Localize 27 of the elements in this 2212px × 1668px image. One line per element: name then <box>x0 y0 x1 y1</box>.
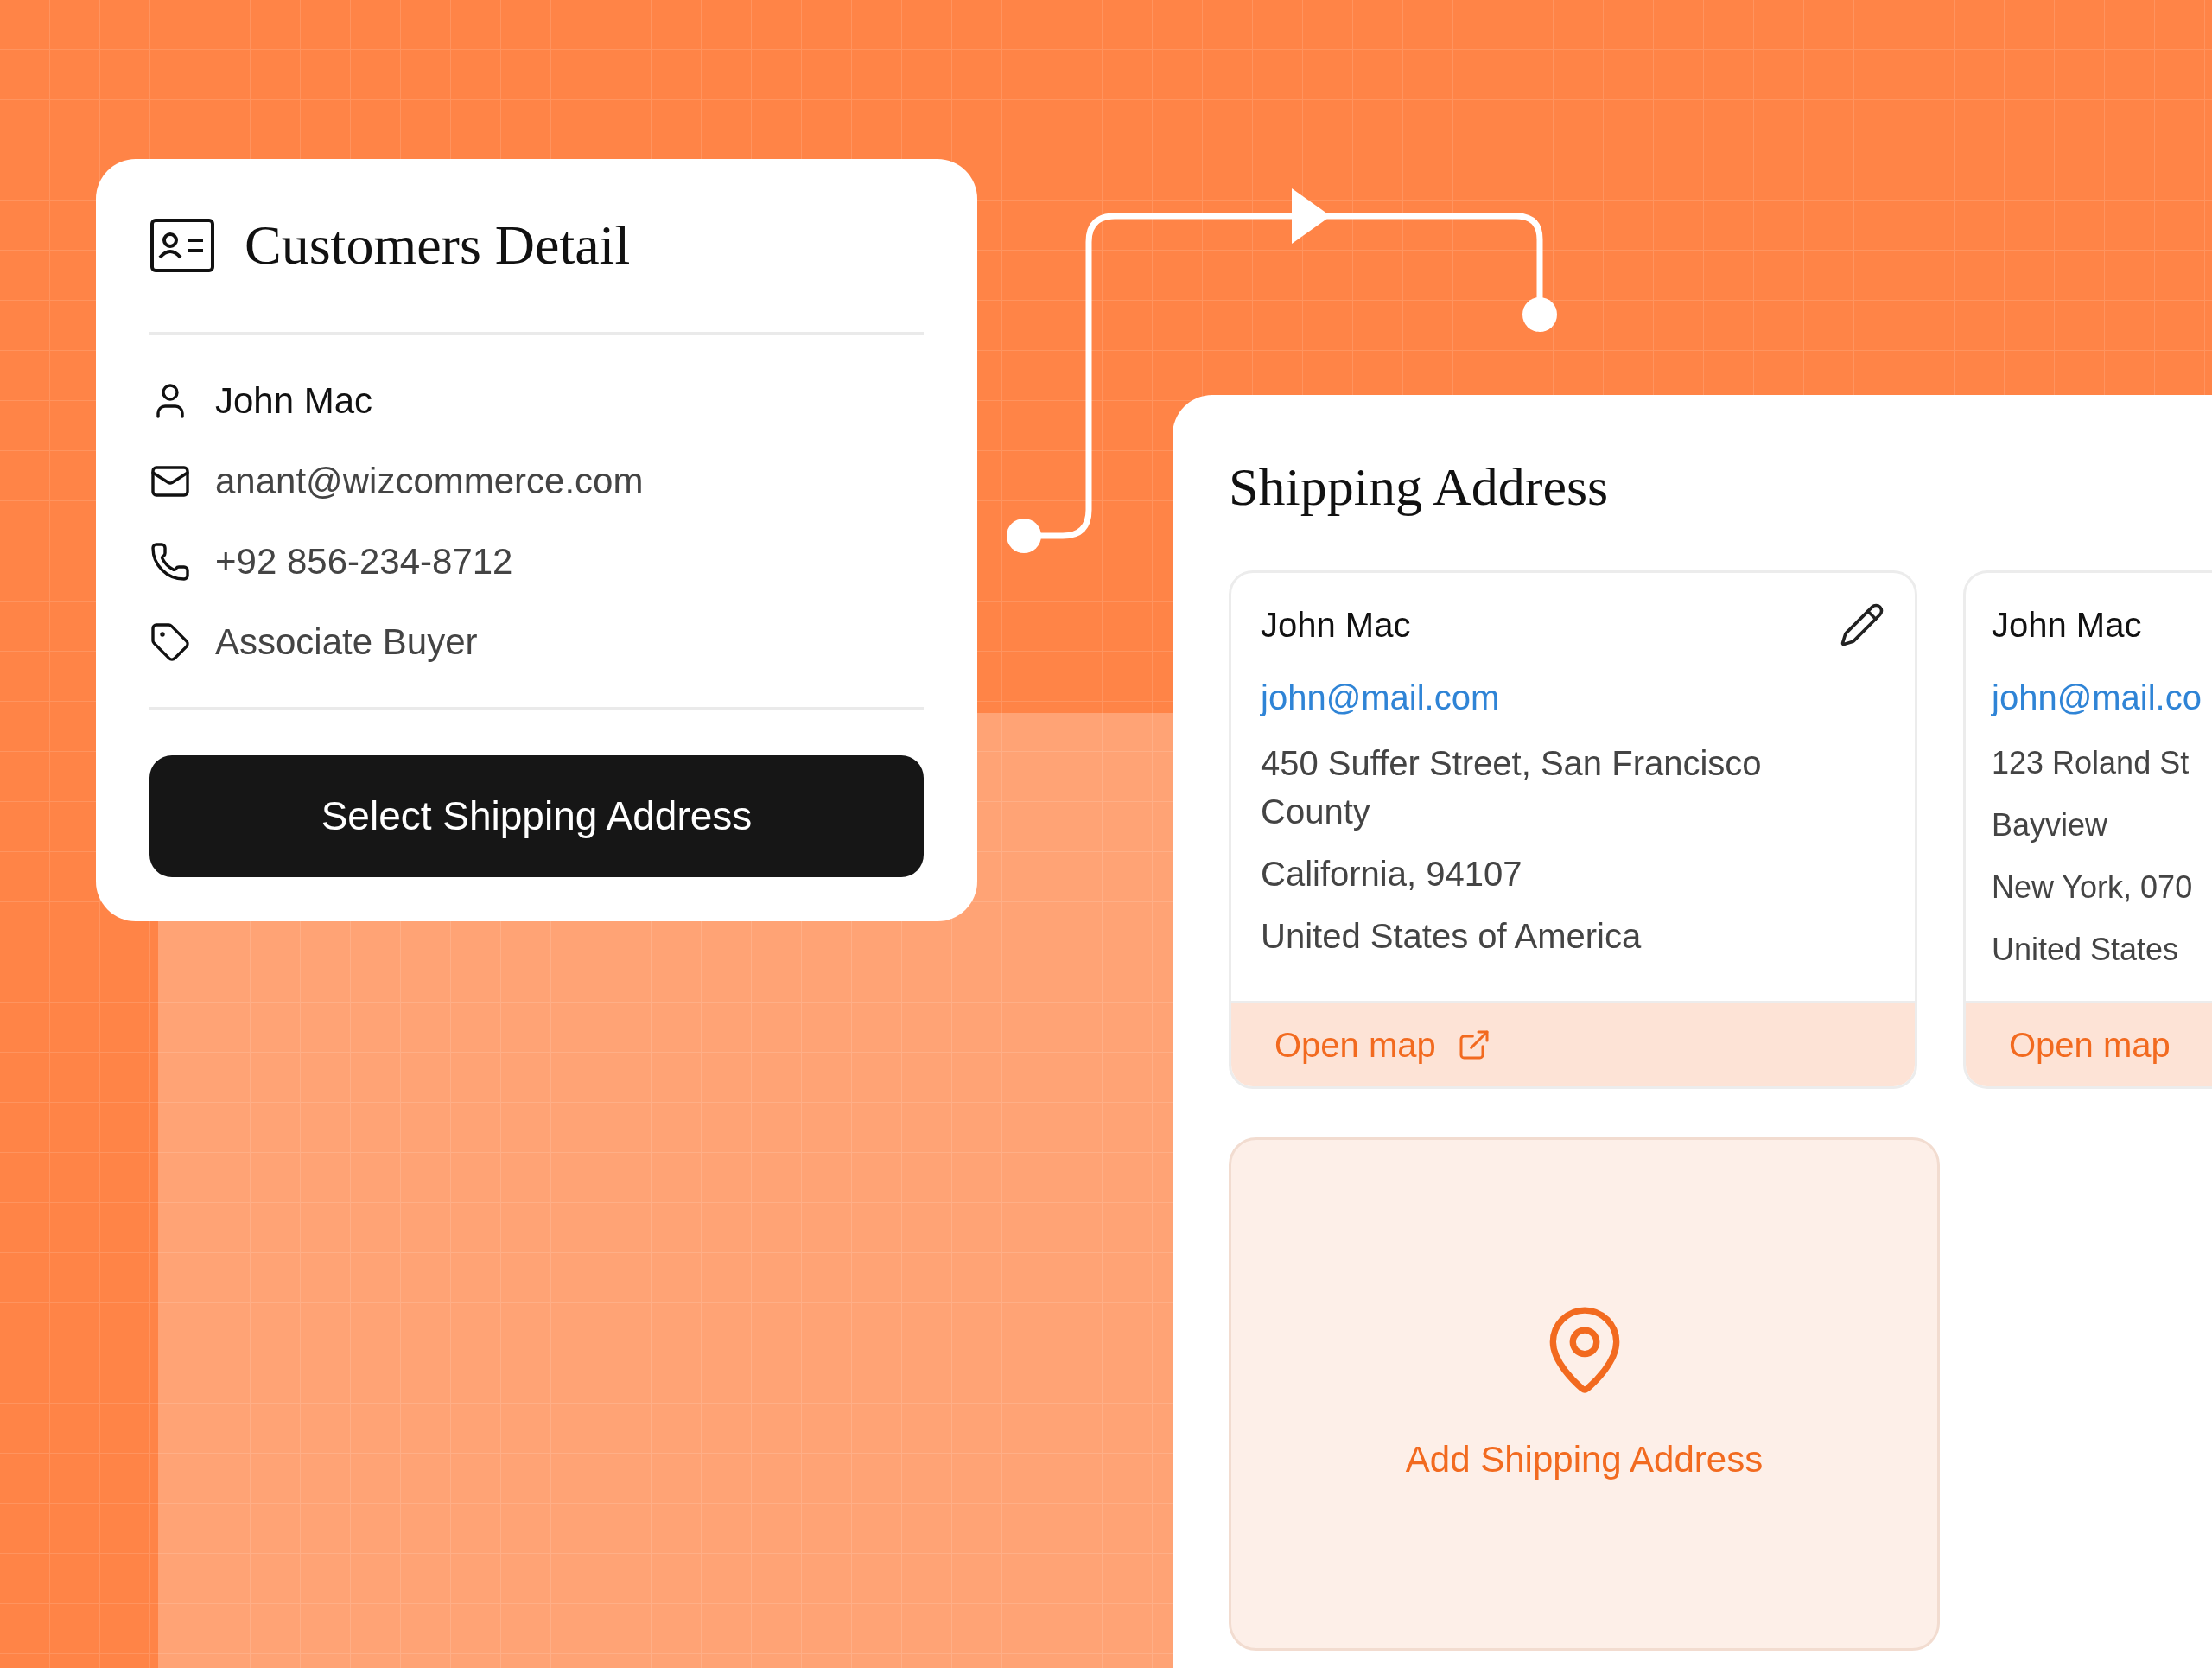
customer-phone: +92 856-234-8712 <box>215 540 513 583</box>
panel-title: Shipping Address <box>1229 456 1610 518</box>
address-card[interactable]: John Mac john@mail.co 123 Roland St Bayview New York, 070 United States Open map <box>1963 570 2212 1089</box>
address-line: 123 Roland St <box>1992 744 2190 782</box>
open-map-link[interactable]: Open map <box>2009 1019 2171 1071</box>
edit-icon[interactable] <box>1839 602 1885 648</box>
address-line: United States <box>1992 931 2180 969</box>
address-line: Bayview <box>1992 806 2109 844</box>
email-link[interactable]: john@mail.com <box>1261 672 1885 723</box>
customer-name: John Mac <box>215 379 373 423</box>
address-card[interactable]: John Mac john@mail.com 450 Suffer Street, San Francisco County California, 94107 United States of America Open map <box>1229 570 1917 1089</box>
address-line: 450 Suffer Street, San Francisco County <box>1261 743 1763 832</box>
address-line: California, 94107 <box>1261 854 1523 894</box>
add-address-button[interactable]: Add Shipping Address <box>1229 1137 1940 1651</box>
customer-email: anant@wizcommerce.com <box>215 460 644 503</box>
contact-name: John Mac <box>1992 605 2142 646</box>
select-shipping-button[interactable]: Select Shipping Address <box>149 755 924 877</box>
open-map-link[interactable]: Open map <box>1274 1019 1491 1071</box>
contact-card-icon <box>149 218 215 273</box>
address-line: United States of America <box>1261 916 1643 957</box>
email-link[interactable]: john@mail.co <box>1992 672 2212 723</box>
customer-role: Associate Buyer <box>215 621 478 664</box>
phone-icon <box>149 540 191 583</box>
tag-icon <box>149 621 191 663</box>
contact-name: John Mac <box>1261 605 1411 646</box>
card-title: Customers Detail <box>245 213 631 277</box>
address-line: New York, 070 <box>1992 869 2194 907</box>
